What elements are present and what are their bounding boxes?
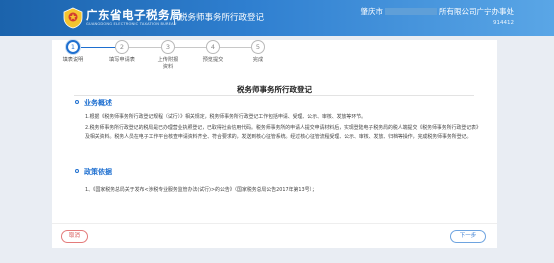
app-header: 广东省电子税务局 GUANGDONG ELECTRONIC TAXATION B… xyxy=(0,0,554,36)
redacted-block xyxy=(385,8,437,15)
footer-divider xyxy=(52,223,497,224)
overview-paragraph-1: 1.根据《税务师事务所行政登记规程（试行）》相关规定，税务师事务所行政登记工作包… xyxy=(85,114,366,120)
step-progress: 1 填表说明 2 填写申请表 3 上传附报资料 4 预览提交 5 完成 xyxy=(52,40,497,76)
circle-bullet-icon xyxy=(75,169,79,173)
step-connector-4 xyxy=(220,46,251,48)
step-1-circle[interactable]: 1 xyxy=(66,40,80,54)
step-4-circle[interactable]: 4 xyxy=(206,40,220,54)
next-step-button[interactable]: 下一步 xyxy=(450,230,486,243)
overview-paragraph-2: 2.税务师事务所行政登记的税局是已办理营业执照登记，已取得社会信用代码。税务师事… xyxy=(85,125,481,140)
title-divider xyxy=(74,95,474,96)
policy-heading: 政策依据 xyxy=(75,167,112,177)
cancel-button[interactable]: 取消 xyxy=(61,230,88,243)
org-name-left: 肇庆市 xyxy=(360,7,384,16)
page-subtitle: 税务师事务所行政登记 xyxy=(179,13,265,23)
step-5-circle[interactable]: 5 xyxy=(251,40,265,54)
step-1-label: 填表说明 xyxy=(62,57,84,63)
step-3-circle[interactable]: 3 xyxy=(161,40,175,54)
overview-heading-text: 业务概述 xyxy=(84,99,112,107)
taxpayer-id: 914412 xyxy=(493,20,514,26)
step-4-label: 预览提交 xyxy=(202,57,224,63)
circle-bullet-icon xyxy=(75,100,79,104)
step-2-label: 填写申请表 xyxy=(109,57,135,63)
brand-title: 广东省电子税务局 xyxy=(86,8,182,22)
step-connector-3 xyxy=(175,46,206,48)
page-title: 税务师事务所行政登记 xyxy=(237,85,312,94)
step-connector-2 xyxy=(129,46,161,48)
tax-emblem-icon xyxy=(63,7,83,29)
organization-name: 肇庆市 所有限公司广宁办事处 xyxy=(361,6,515,17)
header-divider xyxy=(174,11,175,25)
overview-heading: 业务概述 xyxy=(75,98,112,108)
step-3-label: 上传附报资料 xyxy=(157,57,179,70)
main-panel: 1 填表说明 2 填写申请表 3 上传附报资料 4 预览提交 5 完成 税务师事… xyxy=(52,40,497,248)
step-2-circle[interactable]: 2 xyxy=(115,40,129,54)
policy-item[interactable]: 1、《国家税务总局关于发布<涉税专业服务监管办法(试行)>的公告》（国家税务总局… xyxy=(85,186,481,193)
step-5-label: 完成 xyxy=(252,57,264,63)
org-name-right: 所有限公司广宁办事处 xyxy=(439,7,514,16)
policy-heading-text: 政策依据 xyxy=(84,168,112,176)
step-connector-1 xyxy=(80,46,115,48)
brand-title-en: GUANGDONG ELECTRONIC TAXATION BUREAU xyxy=(86,22,177,26)
